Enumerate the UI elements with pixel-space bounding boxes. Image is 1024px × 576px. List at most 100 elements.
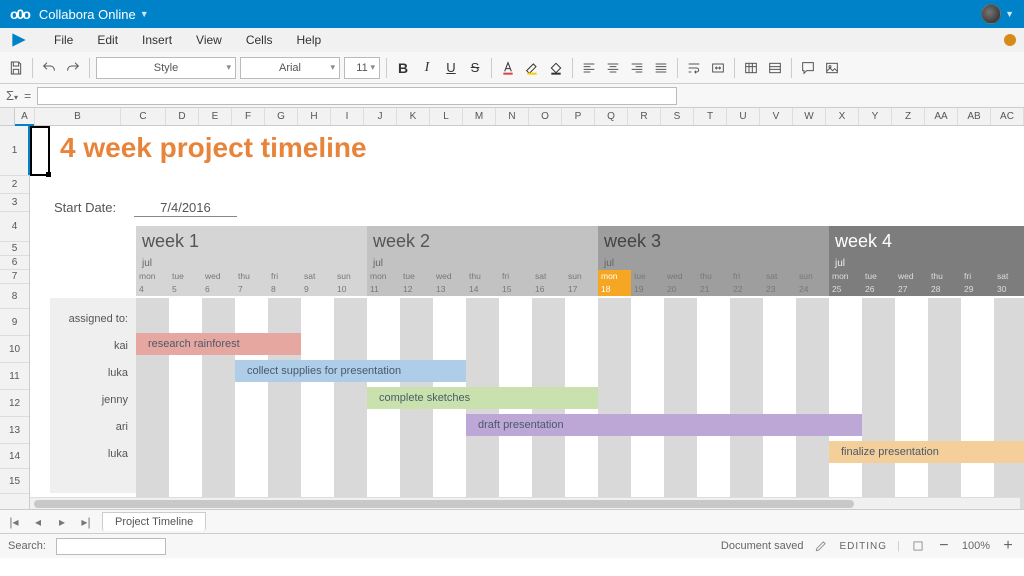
search-input[interactable] (56, 538, 166, 555)
column-header[interactable]: C (121, 108, 166, 125)
menu-file[interactable]: File (54, 33, 73, 47)
zoom-out-icon[interactable]: − (936, 538, 952, 554)
row-header[interactable]: 11 (0, 363, 29, 390)
row-header[interactable]: 15 (0, 469, 29, 494)
zoom-fit-icon[interactable] (910, 538, 926, 554)
menu-view[interactable]: View (196, 33, 222, 47)
assignee-cell[interactable]: jenny (56, 387, 136, 412)
save-icon[interactable] (6, 58, 26, 78)
column-header[interactable]: G (265, 108, 298, 125)
column-header[interactable]: T (694, 108, 727, 125)
number-format-icon[interactable] (741, 58, 761, 78)
row-header[interactable]: 9 (0, 309, 29, 336)
highlight-icon[interactable] (522, 58, 542, 78)
row-header[interactable]: 13 (0, 417, 29, 444)
menu-cells[interactable]: Cells (246, 33, 273, 47)
column-header[interactable]: W (793, 108, 826, 125)
menu-edit[interactable]: Edit (97, 33, 118, 47)
column-header[interactable]: J (364, 108, 397, 125)
assignee-cell[interactable]: kai (56, 333, 136, 358)
row-header[interactable]: 8 (0, 284, 29, 309)
row-header[interactable]: 4 (0, 212, 29, 242)
last-sheet-icon[interactable]: ▸| (78, 515, 94, 529)
merge-cells-icon[interactable] (708, 58, 728, 78)
start-date-value[interactable]: 7/4/2016 (134, 200, 237, 217)
assignee-cell[interactable]: luka (56, 360, 136, 385)
row-header[interactable]: 12 (0, 390, 29, 417)
column-header[interactable]: K (397, 108, 430, 125)
column-header[interactable]: X (826, 108, 859, 125)
align-justify-icon[interactable] (651, 58, 671, 78)
autosum-icon[interactable]: Σ▾ (6, 88, 18, 103)
menu-insert[interactable]: Insert (142, 33, 172, 47)
font-select[interactable]: Arial (240, 57, 340, 79)
bg-color-icon[interactable] (546, 58, 566, 78)
task-bar[interactable]: finalize presentation (829, 441, 1024, 463)
row-header[interactable]: 6 (0, 256, 29, 270)
column-header[interactable]: E (199, 108, 232, 125)
undo-icon[interactable] (39, 58, 59, 78)
column-header[interactable]: P (562, 108, 595, 125)
column-header[interactable]: U (727, 108, 760, 125)
column-header[interactable]: F (232, 108, 265, 125)
underline-icon[interactable]: U (441, 58, 461, 78)
prev-sheet-icon[interactable]: ◂ (30, 515, 46, 529)
task-bar[interactable]: complete sketches (367, 387, 598, 409)
row-header[interactable]: 2 (0, 176, 29, 194)
column-header[interactable]: AB (958, 108, 991, 125)
row-header[interactable]: 14 (0, 444, 29, 469)
column-header[interactable]: V (760, 108, 793, 125)
first-sheet-icon[interactable]: |◂ (6, 515, 22, 529)
row-header[interactable]: 3 (0, 194, 29, 212)
row-header[interactable]: 5 (0, 242, 29, 256)
column-header[interactable]: B (35, 108, 121, 125)
column-header[interactable]: M (463, 108, 496, 125)
italic-icon[interactable]: I (417, 58, 437, 78)
column-header[interactable]: L (430, 108, 463, 125)
select-all-corner[interactable] (0, 108, 15, 125)
column-header[interactable]: D (166, 108, 199, 125)
column-header[interactable]: A (15, 108, 35, 125)
row-header[interactable]: 7 (0, 270, 29, 284)
align-left-icon[interactable] (579, 58, 599, 78)
cell-area[interactable]: 4 week project timeline Start Date: 7/4/… (30, 126, 1024, 509)
task-bar[interactable]: research rainforest (136, 333, 301, 355)
column-header[interactable]: I (331, 108, 364, 125)
zoom-in-icon[interactable]: + (1000, 538, 1016, 554)
spreadsheet-grid[interactable]: 123456789101112131415 4 week project tim… (0, 126, 1024, 509)
assignee-cell[interactable]: ari (56, 414, 136, 439)
avatar[interactable] (981, 4, 1001, 24)
insert-comment-icon[interactable] (798, 58, 818, 78)
style-select[interactable]: Style (96, 57, 236, 79)
app-menu-caret-icon[interactable]: ▼ (140, 9, 149, 19)
task-bar[interactable]: draft presentation (466, 414, 862, 436)
column-header[interactable]: Y (859, 108, 892, 125)
redo-icon[interactable] (63, 58, 83, 78)
column-header[interactable]: AC (991, 108, 1024, 125)
horizontal-scrollbar[interactable] (30, 497, 1020, 509)
font-size-select[interactable]: 11 (344, 57, 380, 79)
column-header[interactable]: AA (925, 108, 958, 125)
currency-icon[interactable] (765, 58, 785, 78)
row-header[interactable] (0, 494, 29, 509)
column-header[interactable]: S (661, 108, 694, 125)
align-center-icon[interactable] (603, 58, 623, 78)
column-header[interactable]: R (628, 108, 661, 125)
font-color-icon[interactable] (498, 58, 518, 78)
sheet-tab[interactable]: Project Timeline (102, 512, 206, 531)
column-header[interactable]: N (496, 108, 529, 125)
column-header[interactable]: H (298, 108, 331, 125)
align-right-icon[interactable] (627, 58, 647, 78)
edit-mode-icon[interactable] (813, 538, 829, 554)
menu-help[interactable]: Help (297, 33, 322, 47)
user-menu-caret-icon[interactable]: ▼ (1005, 9, 1014, 19)
next-sheet-icon[interactable]: ▸ (54, 515, 70, 529)
row-header[interactable]: 1 (0, 126, 29, 176)
assignee-cell[interactable]: luka (56, 441, 136, 466)
column-header[interactable]: Z (892, 108, 925, 125)
column-header[interactable]: Q (595, 108, 628, 125)
row-header[interactable]: 10 (0, 336, 29, 363)
task-bar[interactable]: collect supplies for presentation (235, 360, 466, 382)
formula-input[interactable] (37, 87, 677, 105)
insert-image-icon[interactable] (822, 58, 842, 78)
